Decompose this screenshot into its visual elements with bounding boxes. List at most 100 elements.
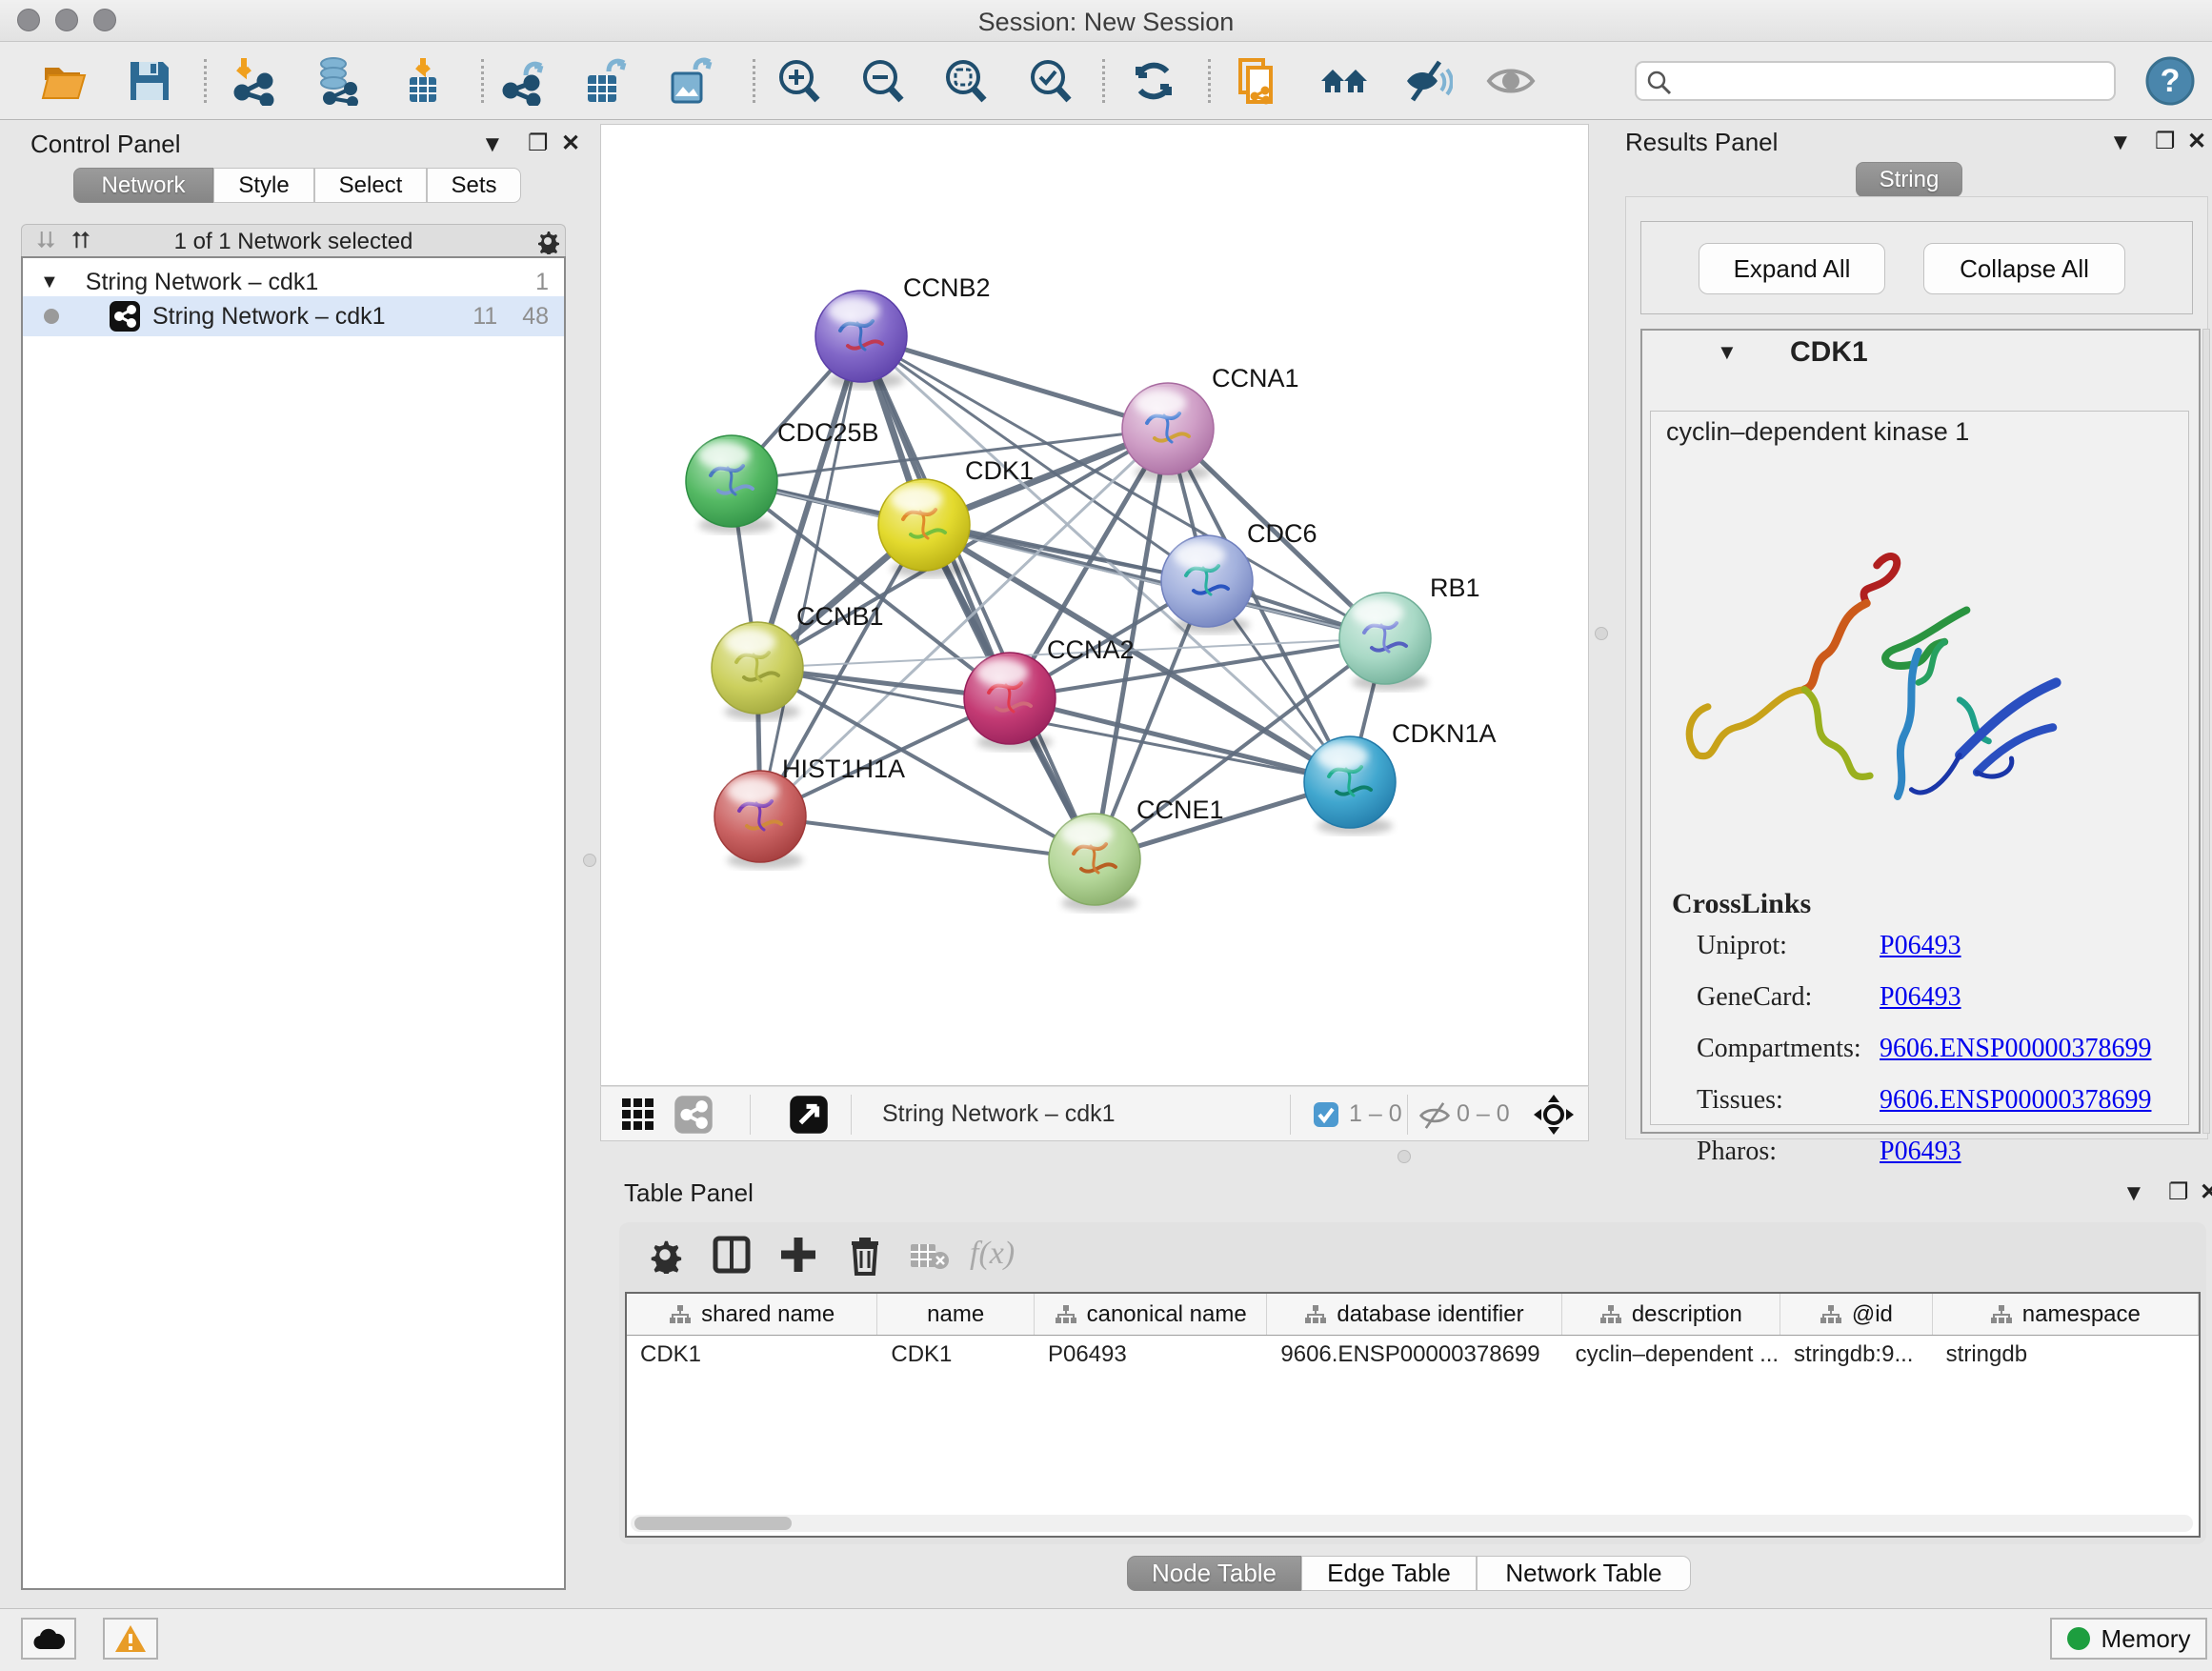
apply-layout-icon[interactable] [1129,56,1178,106]
network-edge[interactable] [760,336,861,816]
zoom-out-icon[interactable] [857,56,907,106]
results-scrollbar[interactable] [2202,329,2210,1134]
bottom-splitter-handle[interactable] [1398,1150,1411,1163]
column-header-description[interactable]: description [1562,1294,1780,1335]
crosslink-value-link[interactable]: P06493 [1880,982,1961,1013]
zoom-in-icon[interactable] [774,56,823,106]
table-hscrollbar-thumb[interactable] [634,1517,792,1530]
export-image-icon[interactable] [665,56,714,106]
network-node-RB1[interactable]: RB1 [1339,574,1480,691]
panel-float-icon[interactable]: ▼ [481,131,504,158]
import-table-icon[interactable] [398,56,448,106]
crosslinks-title: CrossLinks [1672,888,1811,920]
open-session-icon[interactable] [40,56,90,106]
network-node-CCNA1[interactable]: CCNA1 [1122,364,1299,481]
hide-selected-icon[interactable] [1403,56,1453,106]
table-cell[interactable]: stringdb:9... [1780,1336,1933,1374]
panel-close-icon[interactable]: ✕ [561,130,580,157]
column-header-label: description [1632,1301,1742,1328]
panel-close-icon[interactable]: ✕ [2200,1178,2212,1206]
memory-button[interactable]: Memory [2050,1618,2207,1660]
tab-network[interactable]: Network [73,168,213,203]
crosslink-value-link[interactable]: 9606.ENSP00000378699 [1880,1085,2151,1116]
panel-maximize-icon[interactable]: ❐ [528,130,549,157]
table-cell[interactable]: cyclin–dependent ... [1562,1336,1780,1374]
zoom-selected-icon[interactable] [1025,56,1075,106]
tab-sets[interactable]: Sets [427,168,521,203]
tab-style[interactable]: Style [213,168,314,203]
column-header-canonical-name[interactable]: canonical name [1035,1294,1267,1335]
column-header--id[interactable]: @id [1780,1294,1933,1335]
column-header-shared-name[interactable]: shared name [627,1294,877,1335]
network-edge[interactable] [861,336,1168,429]
copy-network-icon[interactable] [1235,56,1284,106]
crosslink-value-link[interactable]: P06493 [1880,931,1961,961]
table-cell[interactable]: P06493 [1035,1336,1267,1374]
network-node-CCNB2[interactable]: CCNB2 [815,273,991,389]
network-badge-gray-icon[interactable] [674,1095,714,1135]
network-node-CCNB1[interactable]: CCNB1 [712,602,884,720]
table-cell[interactable]: CDK1 [627,1336,877,1374]
cloud-button[interactable] [21,1618,76,1660]
right-splitter-handle[interactable] [1595,627,1608,640]
tab-string[interactable]: String [1856,162,1962,197]
crosslink-value-link[interactable]: 9606.ENSP00000378699 [1880,1034,2151,1064]
panel-close-icon[interactable]: ✕ [2187,128,2206,155]
crosslink-value-link[interactable]: P06493 [1880,1137,1961,1167]
help-icon[interactable]: ? [2145,56,2195,106]
table-row[interactable]: CDK1CDK1P064939606.ENSP00000378699cyclin… [627,1336,2199,1374]
gene-expand-icon[interactable]: ▼ [1717,340,1738,365]
collection-expand-icon[interactable]: ▼ [40,272,59,293]
tab-network-table[interactable]: Network Table [1477,1556,1691,1591]
node-label: CDC6 [1247,519,1317,548]
detach-view-icon[interactable] [789,1095,829,1135]
add-column-icon[interactable] [779,1236,817,1274]
network-canvas[interactable]: CCNB2 CCNA1 CDC25B CDK1 CDC6 [600,124,1589,1086]
node-table[interactable]: shared namenamecanonical namedatabase id… [625,1292,2201,1538]
selected-checkbox-icon[interactable] [1313,1101,1339,1128]
delete-column-icon[interactable] [846,1234,884,1276]
left-splitter-handle[interactable] [583,854,596,867]
zoom-fit-icon[interactable] [940,56,990,106]
expand-all-button[interactable]: Expand All [1699,243,1885,294]
table-settings-gear-icon[interactable] [646,1236,684,1274]
table-cell[interactable]: CDK1 [877,1336,1035,1374]
search-input[interactable] [1680,65,2100,97]
gene-card: ▼ CDK1 cyclin–dependent kinase 1 [1640,329,2201,1134]
import-network-database-icon[interactable] [312,56,362,106]
show-all-icon[interactable] [1486,56,1536,106]
first-neighbors-icon[interactable] [1319,56,1369,106]
grid-view-icon[interactable] [620,1097,656,1133]
search-box[interactable] [1635,61,2116,101]
tab-edge-table[interactable]: Edge Table [1301,1556,1477,1591]
tab-select[interactable]: Select [314,168,427,203]
export-network-icon[interactable] [499,56,549,106]
panel-float-icon[interactable]: ▼ [2109,130,2132,156]
panel-maximize-icon[interactable]: ❐ [2168,1178,2189,1206]
column-header-database-identifier[interactable]: database identifier [1267,1294,1561,1335]
collapse-all-button[interactable]: Collapse All [1923,243,2125,294]
tab-node-table[interactable]: Node Table [1127,1556,1301,1591]
import-network-file-icon[interactable] [231,56,280,106]
network-graph[interactable]: CCNB2 CCNA1 CDC25B CDK1 CDC6 [601,125,1590,1087]
network-node-CDK1[interactable]: CDK1 [878,456,1034,577]
save-session-icon[interactable] [125,56,174,106]
network-node-CDKN1A[interactable]: CDKN1A [1304,719,1497,835]
panel-float-icon[interactable]: ▼ [2122,1180,2145,1207]
network-edge[interactable] [760,816,1095,859]
panel-maximize-icon[interactable]: ❐ [2155,128,2176,155]
table-cell[interactable]: 9606.ENSP00000378699 [1267,1336,1561,1374]
birdseye-view-icon[interactable] [1533,1094,1575,1136]
table-hscrollbar[interactable] [631,1515,2193,1532]
node-label: CCNB1 [796,602,884,631]
column-header-name[interactable]: name [877,1294,1035,1335]
warnings-button[interactable] [103,1618,158,1660]
gear-icon[interactable] [534,228,561,254]
export-table-icon[interactable] [580,56,630,106]
network-node-HIST1H1A[interactable]: HIST1H1A [714,755,905,869]
show-columns-icon[interactable] [713,1236,751,1274]
column-header-namespace[interactable]: namespace [1933,1294,2199,1335]
network-row[interactable]: String Network – cdk1 11 48 [23,296,564,336]
table-cell[interactable]: stringdb [1933,1336,2199,1374]
crosslink-label: Uniprot: [1697,931,1880,961]
